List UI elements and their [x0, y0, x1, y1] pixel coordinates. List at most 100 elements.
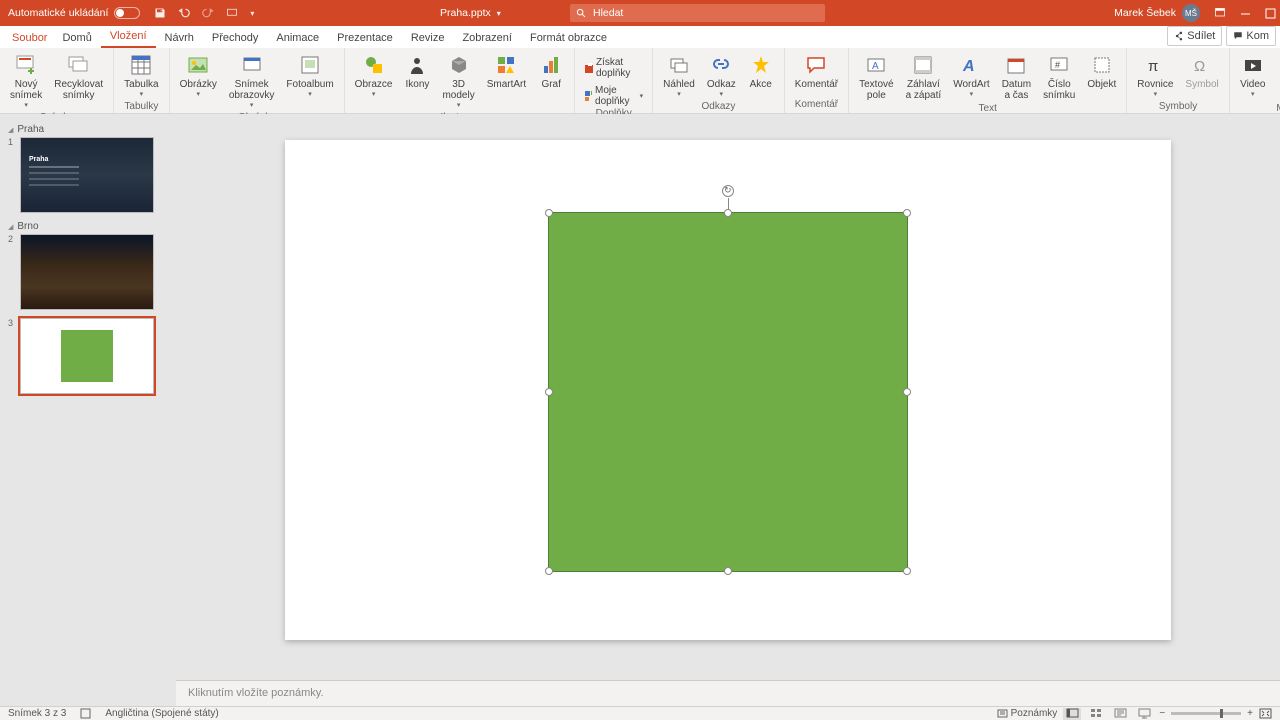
language-button[interactable]: Angličtina (Spojené státy) [105, 708, 218, 719]
equation-button[interactable]: πRovnice▾ [1133, 50, 1177, 101]
video-button[interactable]: Video▾ [1236, 50, 1270, 103]
reuse-slides-button[interactable]: Recyklovat snímky [50, 50, 107, 112]
rotation-handle[interactable] [722, 185, 734, 197]
icons-button[interactable]: Ikony [400, 50, 434, 112]
photo-album-button[interactable]: Fotoalbum▾ [282, 50, 337, 112]
pictures-button[interactable]: Obrázky▾ [176, 50, 221, 112]
link-button[interactable]: Odkaz▾ [703, 50, 740, 101]
sorter-view-button[interactable] [1087, 708, 1105, 720]
wordart-button[interactable]: AWordArt▾ [949, 50, 994, 103]
pictures-icon [185, 52, 211, 78]
tab-review[interactable]: Revize [402, 28, 454, 48]
fit-to-window-button[interactable] [1259, 708, 1272, 719]
redo-icon[interactable] [202, 7, 214, 19]
resize-handle-br[interactable] [903, 567, 911, 575]
reading-view-button[interactable] [1111, 708, 1129, 720]
resize-handle-l[interactable] [545, 388, 553, 396]
avatar: MŠ [1182, 4, 1200, 22]
autosave-toggle[interactable]: Automatické ukládání [8, 7, 140, 19]
shapes-button[interactable]: Obrazce▾ [351, 50, 397, 112]
qat-more-icon[interactable]: ▾ [250, 9, 254, 18]
section-header-brno[interactable]: Brno [8, 221, 168, 232]
tab-animations[interactable]: Animace [267, 28, 328, 48]
share-button[interactable]: Sdílet [1167, 26, 1222, 46]
dropdown-icon[interactable]: ▾ [497, 9, 501, 18]
addins-icon [584, 90, 592, 102]
status-bar: Snímek 3 z 3 Angličtina (Spojené státy) … [0, 706, 1280, 720]
slide-thumbnail-2[interactable] [20, 234, 154, 310]
zoom-out-button[interactable]: − [1159, 708, 1165, 719]
account-button[interactable]: Marek Šebek MŠ [1114, 4, 1200, 22]
table-button[interactable]: Tabulka▾ [120, 50, 162, 101]
document-title[interactable]: Praha.pptx ▾ [440, 7, 501, 19]
get-addins-button[interactable]: Získat doplňky [581, 56, 646, 80]
slideshow-view-button[interactable] [1135, 708, 1153, 720]
3d-models-button[interactable]: 3D modely▾ [438, 50, 478, 112]
group-comments: Komentář Komentář [785, 48, 849, 113]
slide-canvas[interactable] [285, 140, 1171, 640]
toggle-switch-icon[interactable] [114, 7, 140, 19]
resize-handle-bl[interactable] [545, 567, 553, 575]
maximize-icon[interactable] [1265, 8, 1276, 19]
new-slide-button[interactable]: Nový snímek▾ [6, 50, 46, 112]
notes-toggle[interactable]: Poznámky [997, 708, 1058, 719]
photo-album-icon [297, 52, 323, 78]
slide-thumbnail-1[interactable]: Praha [20, 137, 154, 213]
object-button[interactable]: Objekt [1083, 50, 1120, 103]
search-input[interactable]: Hledat [570, 4, 825, 22]
action-button[interactable]: Akce [744, 50, 778, 101]
audio-button[interactable]: Zvuk▾ [1274, 50, 1280, 103]
undo-icon[interactable] [178, 7, 190, 19]
zoom-in-button[interactable]: + [1247, 708, 1253, 719]
slide-counter[interactable]: Snímek 3 z 3 [8, 708, 66, 719]
canvas-scroll[interactable] [176, 114, 1280, 680]
reuse-slides-icon [66, 52, 92, 78]
tab-format[interactable]: Formát obrazce [521, 28, 616, 48]
normal-view-button[interactable] [1063, 708, 1081, 720]
smartart-button[interactable]: SmartArt [483, 50, 530, 112]
zoom-slider[interactable] [1171, 712, 1241, 715]
accessibility-icon[interactable] [80, 708, 91, 719]
selected-rectangle-shape[interactable] [548, 212, 908, 572]
group-tables: Tabulka▾ Tabulky [114, 48, 169, 113]
textbox-button[interactable]: ATextové pole [855, 50, 897, 103]
ribbon-display-icon[interactable] [1214, 7, 1226, 19]
datetime-button[interactable]: Datum a čas [998, 50, 1035, 103]
tab-insert[interactable]: Vložení [101, 26, 156, 48]
slideshow-start-icon[interactable] [226, 7, 238, 19]
save-icon[interactable] [154, 7, 166, 19]
tab-file[interactable]: Soubor [6, 28, 53, 48]
tab-transitions[interactable]: Přechody [203, 28, 267, 48]
resize-handle-r[interactable] [903, 388, 911, 396]
search-placeholder: Hledat [593, 7, 623, 19]
resize-handle-tl[interactable] [545, 209, 553, 217]
symbol-button[interactable]: ΩSymbol [1181, 50, 1222, 101]
notes-pane[interactable]: Kliknutím vložíte poznámky. [176, 680, 1280, 706]
comment-button[interactable]: Komentář [791, 50, 842, 92]
my-addins-button[interactable]: Moje doplňky▾ [581, 84, 646, 108]
comments-button[interactable]: Kom [1226, 26, 1276, 46]
slide-number-button[interactable]: #Číslo snímku [1039, 50, 1079, 103]
slide-thumbnail-3[interactable] [20, 318, 154, 394]
chart-button[interactable]: Graf [534, 50, 568, 112]
slide-thumbnails-panel[interactable]: Praha 1 Praha Brno 2 3 [0, 114, 176, 706]
tab-slideshow[interactable]: Prezentace [328, 28, 402, 48]
minimize-icon[interactable] [1240, 8, 1251, 19]
group-symbols: πRovnice▾ ΩSymbol Symboly [1127, 48, 1230, 113]
resize-handle-b[interactable] [724, 567, 732, 575]
username-label: Marek Šebek [1114, 7, 1176, 19]
tab-home[interactable]: Domů [53, 28, 100, 48]
screenshot-button[interactable]: Snímek obrazovky▾ [225, 50, 279, 112]
tab-design[interactable]: Návrh [156, 28, 203, 48]
slide-number: 1 [8, 137, 16, 213]
resize-handle-t[interactable] [724, 209, 732, 217]
chart-icon [538, 52, 564, 78]
section-header-praha[interactable]: Praha [8, 124, 168, 135]
smartart-icon [493, 52, 519, 78]
slide-number: 3 [8, 318, 16, 394]
header-footer-button[interactable]: Záhlaví a zápatí [902, 50, 946, 103]
zoom-button[interactable]: Náhled▾ [659, 50, 699, 101]
group-media: Video▾ Zvuk▾ Nahrávka obrazovky Multiméd… [1230, 48, 1280, 113]
tab-view[interactable]: Zobrazení [453, 28, 521, 48]
resize-handle-tr[interactable] [903, 209, 911, 217]
